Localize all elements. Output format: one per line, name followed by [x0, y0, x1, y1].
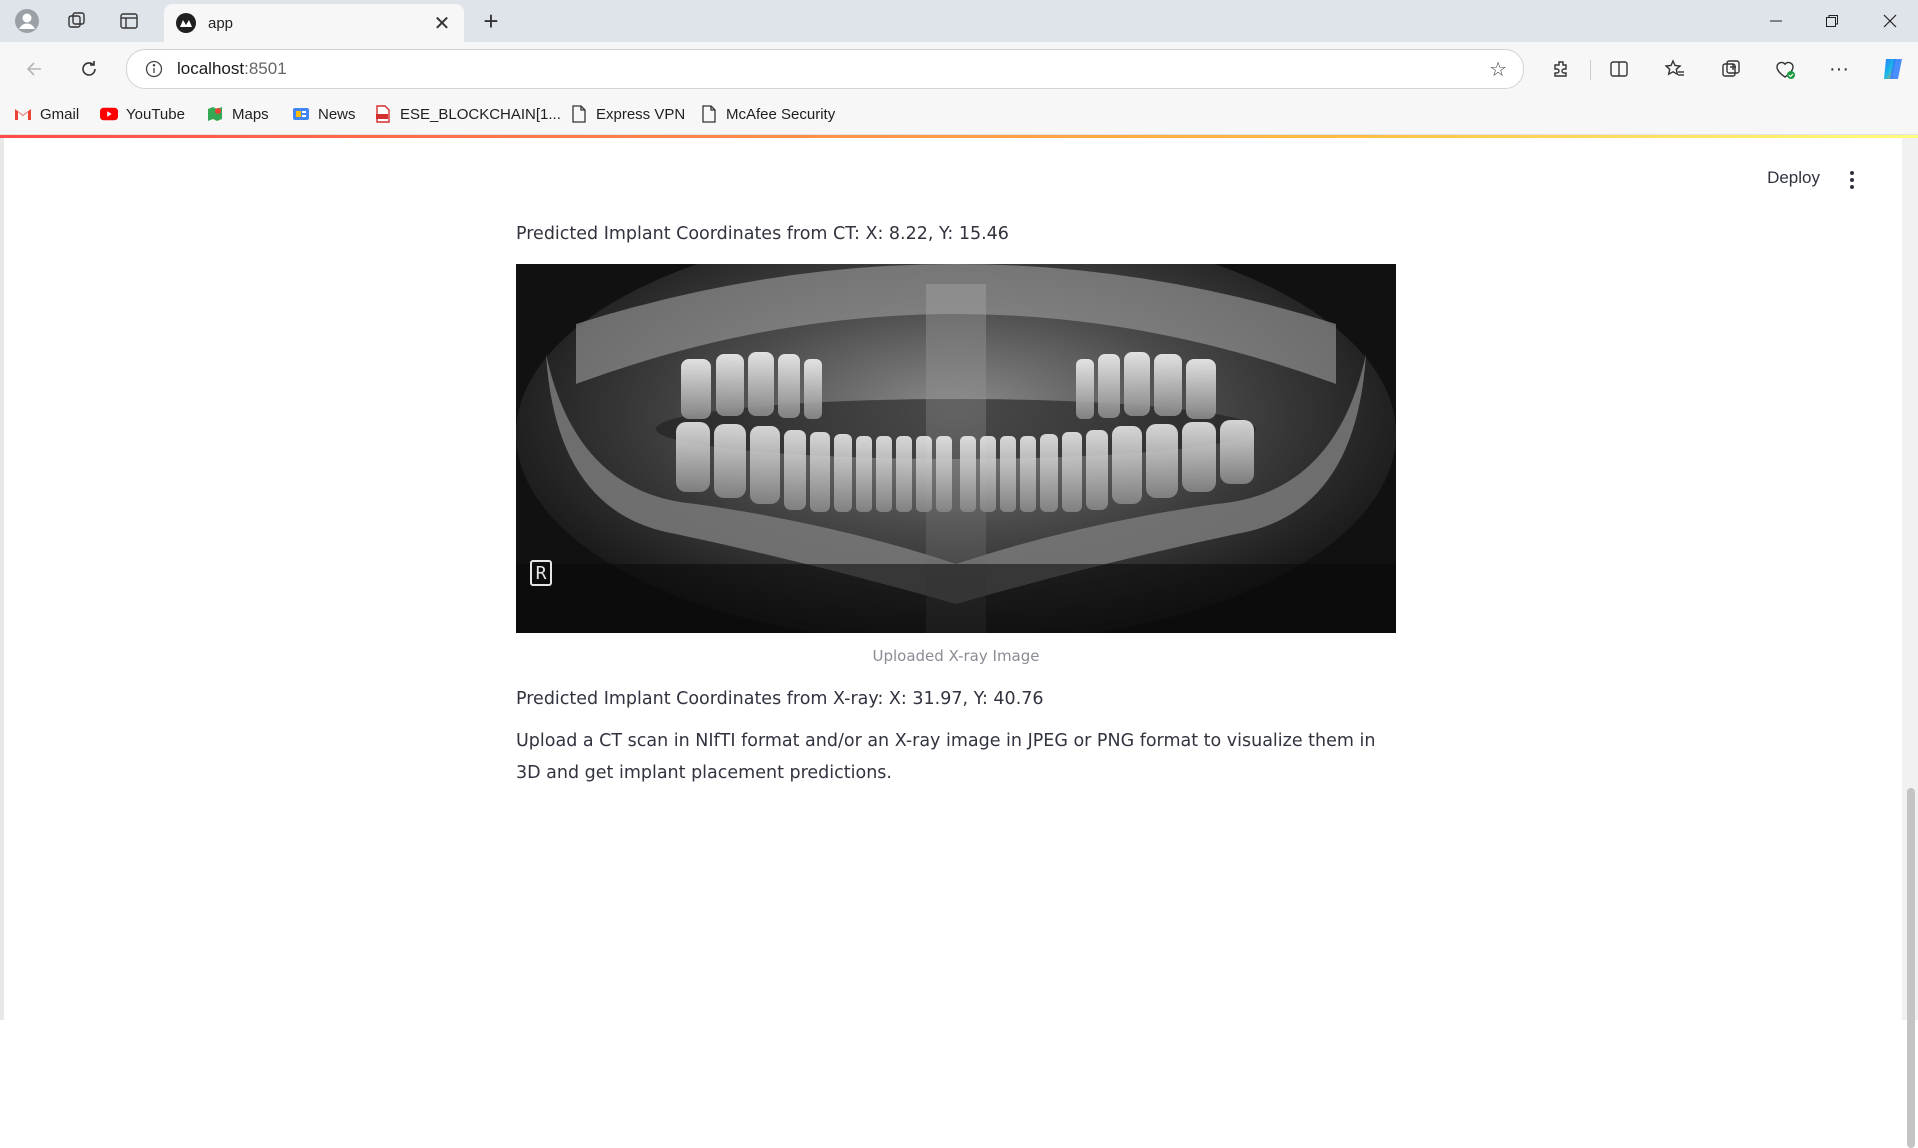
bookmark-news[interactable]: News [292, 102, 356, 126]
copilot-icon[interactable] [1876, 52, 1910, 86]
page-icon [570, 105, 588, 123]
bookmark-label: YouTube [126, 105, 185, 123]
deploy-button[interactable]: Deploy [1767, 168, 1820, 188]
bookmark-label: Maps [232, 105, 269, 123]
more-options-icon[interactable]: ··· [1822, 52, 1856, 86]
bookmark-ese-blockchain[interactable]: ESE_BLOCKCHAIN[1... [374, 102, 561, 126]
tab-title: app [208, 14, 234, 32]
workspaces-icon[interactable] [62, 6, 92, 36]
bookmark-maps[interactable]: Maps [206, 102, 269, 126]
address-host: localhost [177, 59, 245, 78]
favorite-star-icon[interactable]: ☆ [1489, 57, 1507, 82]
bookmark-label: News [318, 105, 356, 123]
pdf-icon [374, 105, 392, 123]
bookmark-label: McAfee Security [726, 105, 836, 123]
tab-close-icon[interactable]: ✕ [428, 9, 456, 37]
xray-image: R [516, 264, 1396, 633]
gmail-icon [14, 105, 32, 123]
xray-prediction-text: Predicted Implant Coordinates from X-ray… [516, 689, 1044, 709]
app-page: Deploy Predicted Implant Coordinates fro… [4, 138, 1900, 1014]
favorites-icon[interactable] [1658, 52, 1692, 86]
bookmark-label: Gmail [40, 105, 80, 123]
bookmark-gmail[interactable]: Gmail [14, 102, 79, 126]
extensions-icon[interactable] [1544, 52, 1578, 86]
bookmark-label: Express VPN [596, 105, 686, 123]
xray-illustration [516, 264, 1396, 633]
back-icon[interactable] [18, 52, 52, 86]
active-tab[interactable]: app ✕ [164, 4, 464, 42]
bookmark-mcafee-security[interactable]: McAfee Security [700, 102, 835, 126]
page-icon [700, 105, 718, 123]
profile-icon[interactable] [12, 6, 42, 36]
browser-toolbar: localhost:8501 ☆ ··· [0, 42, 1918, 94]
site-info-icon[interactable] [143, 58, 165, 80]
scrollbar-thumb[interactable] [1907, 788, 1915, 1148]
restore-icon[interactable] [1804, 0, 1860, 42]
minimize-icon[interactable] [1748, 0, 1804, 42]
xray-marker-label: R [530, 560, 552, 586]
main-content: Predicted Implant Coordinates from CT: X… [516, 218, 1396, 789]
ct-prediction-text: Predicted Implant Coordinates from CT: X… [516, 224, 1009, 244]
youtube-icon [100, 105, 118, 123]
news-icon [292, 105, 310, 123]
address-port: :8501 [244, 59, 287, 78]
address-text: localhost:8501 [177, 59, 1489, 79]
bookmarks-bar: Gmail YouTube Maps News ESE_BLOCKCHAIN[1… [0, 94, 1918, 135]
vertical-tabs-icon[interactable] [114, 6, 144, 36]
bookmark-label: ESE_BLOCKCHAIN[1... [400, 105, 561, 123]
maps-icon [206, 105, 224, 123]
toolbar-divider [1590, 60, 1591, 80]
tab-bar: app ✕ + [0, 0, 1918, 42]
close-window-icon[interactable] [1862, 0, 1918, 42]
address-bar[interactable]: localhost:8501 ☆ [126, 49, 1524, 89]
split-screen-icon[interactable] [1602, 52, 1636, 86]
streamlit-favicon-icon [176, 13, 196, 33]
bookmark-youtube[interactable]: YouTube [100, 102, 185, 126]
new-tab-icon[interactable]: + [476, 6, 506, 36]
bookmark-express-vpn[interactable]: Express VPN [570, 102, 685, 126]
image-caption: Uploaded X-ray Image [872, 647, 1040, 665]
page-scrollbar[interactable] [1902, 138, 1918, 1148]
instructions-text: Upload a CT scan in NIfTI format and/or … [516, 731, 1376, 783]
browser-essentials-icon[interactable] [1768, 52, 1802, 86]
reload-icon[interactable] [72, 52, 106, 86]
main-menu-icon[interactable] [1842, 168, 1862, 192]
collections-icon[interactable] [1714, 52, 1748, 86]
